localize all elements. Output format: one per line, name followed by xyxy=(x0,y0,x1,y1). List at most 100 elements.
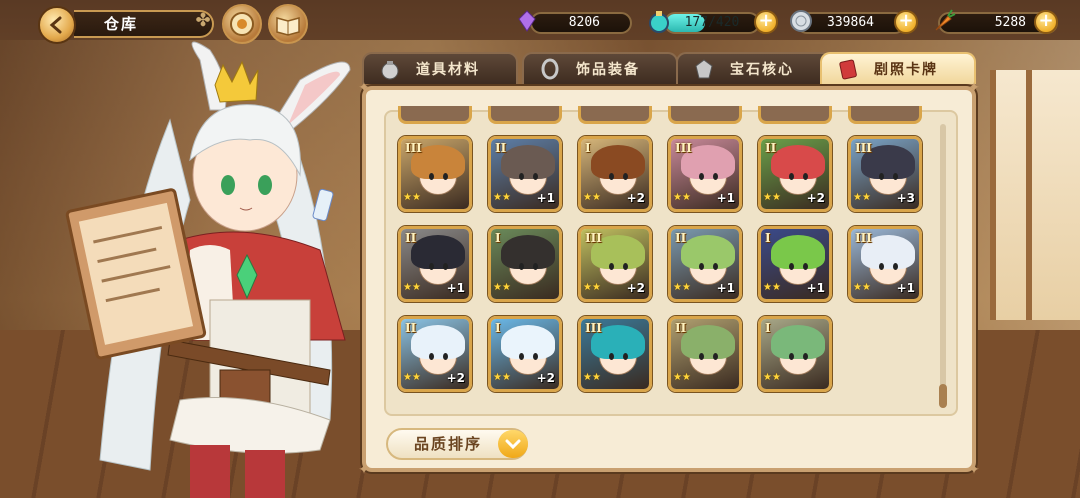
add-coin-button[interactable]: + xyxy=(894,10,918,34)
portrait-eye xyxy=(609,173,614,180)
photo-card[interactable]: III ★★ +1 xyxy=(668,136,742,212)
photo-card[interactable]: III ★★ xyxy=(398,136,472,212)
tab-photo-cards[interactable]: 剧照卡牌 xyxy=(820,52,976,84)
card-partial[interactable] xyxy=(758,106,832,124)
stamina-bar: 177/420 xyxy=(664,12,760,34)
corner-ornament: ✦ xyxy=(358,80,370,96)
portrait-eye xyxy=(429,353,434,360)
card-rank: I xyxy=(495,321,501,335)
compass-menu-button[interactable] xyxy=(222,4,262,44)
portrait-eye xyxy=(789,173,794,180)
card-rank: III xyxy=(585,321,602,335)
portrait-eye xyxy=(443,263,448,270)
card-stars: ★★ xyxy=(673,372,691,383)
photo-card[interactable]: II ★★ +1 xyxy=(488,136,562,212)
tab-label: 剧照卡牌 xyxy=(874,62,938,78)
back-arrow-icon xyxy=(49,16,62,34)
photo-card[interactable]: II ★★ xyxy=(668,316,742,392)
card-stars: ★★ xyxy=(853,192,871,203)
card-stars: ★★ xyxy=(763,372,781,383)
card-icon xyxy=(836,57,860,81)
tab-items-materials[interactable]: 道具材料 xyxy=(362,52,518,84)
bunny-girl-character xyxy=(60,40,370,498)
carrot-icon xyxy=(928,6,958,36)
photo-card[interactable]: I ★★ xyxy=(758,316,832,392)
portrait-eye xyxy=(519,353,524,360)
photo-card[interactable]: I ★★ +1 xyxy=(758,226,832,302)
coin-count: 339864 xyxy=(827,15,874,30)
card-rank: III xyxy=(855,141,872,155)
photo-card[interactable]: III ★★ xyxy=(578,316,652,392)
photo-card[interactable]: II ★★ +1 xyxy=(398,226,472,302)
background-window xyxy=(990,70,1080,320)
card-duplicate-count: +1 xyxy=(716,281,735,295)
card-stars: ★★ xyxy=(403,192,421,203)
scrollbar-track[interactable] xyxy=(940,124,946,408)
portrait-eye xyxy=(699,353,704,360)
card-duplicate-count: +1 xyxy=(806,281,825,295)
photo-card[interactable]: I ★★ +2 xyxy=(488,316,562,392)
photo-card[interactable]: I ★★ +2 xyxy=(578,136,652,212)
card-rank: II xyxy=(765,141,777,155)
portrait-eye xyxy=(623,173,628,180)
card-rank: II xyxy=(675,321,687,335)
purple-crystal-icon xyxy=(512,6,542,36)
card-stars: ★★ xyxy=(583,192,601,203)
add-carrot-button[interactable]: + xyxy=(1034,10,1058,34)
card-partial[interactable] xyxy=(488,106,562,124)
photo-card[interactable]: I ★★ xyxy=(488,226,562,302)
card-duplicate-count: +2 xyxy=(806,191,825,205)
photo-card[interactable]: III ★★ +3 xyxy=(848,136,922,212)
card-stars: ★★ xyxy=(763,282,781,293)
gem-core-icon xyxy=(692,57,716,81)
card-stars: ★★ xyxy=(583,372,601,383)
corner-ornament: ✦ xyxy=(358,462,370,478)
portrait-eye xyxy=(519,263,524,270)
scrollbar-thumb[interactable] xyxy=(939,384,947,408)
chevron-down-icon xyxy=(505,439,521,450)
back-button[interactable] xyxy=(38,6,76,44)
card-duplicate-count: +2 xyxy=(626,281,645,295)
portrait-eye xyxy=(713,353,718,360)
portrait-eye xyxy=(893,263,898,270)
tab-label: 饰品装备 xyxy=(576,62,640,78)
card-partial[interactable] xyxy=(398,106,472,124)
add-stamina-button[interactable]: + xyxy=(754,10,778,34)
card-partial[interactable] xyxy=(848,106,922,124)
gem-counter: 8206 xyxy=(530,12,632,34)
portrait-eye xyxy=(879,263,884,270)
portrait-eye xyxy=(789,353,794,360)
sort-dropdown-button[interactable] xyxy=(498,430,528,458)
portrait-eye xyxy=(623,263,628,270)
portrait-eye xyxy=(789,263,794,270)
card-rank: III xyxy=(585,231,602,245)
photo-card[interactable]: III ★★ +2 xyxy=(578,226,652,302)
portrait-eye xyxy=(803,353,808,360)
tab-label: 道具材料 xyxy=(416,62,480,78)
portrait-eye xyxy=(623,353,628,360)
card-stars: ★★ xyxy=(493,282,511,293)
card-partial[interactable] xyxy=(578,106,652,124)
gem-count: 8206 xyxy=(568,15,600,30)
photo-card[interactable]: II ★★ +2 xyxy=(398,316,472,392)
open-book-icon xyxy=(276,17,300,36)
portrait-eye xyxy=(609,263,614,270)
card-grid[interactable]: III ★★ II ★★ +1 I ★★ +2 III ★★ +1 II ★★ +2 III ★★ +3 II ★★… xyxy=(384,110,958,416)
tab-accessories[interactable]: 饰品装备 xyxy=(522,52,678,84)
photo-card[interactable]: III ★★ +1 xyxy=(848,226,922,302)
portrait-eye xyxy=(429,263,434,270)
card-rank: III xyxy=(675,141,692,155)
photo-card[interactable]: II ★★ +1 xyxy=(668,226,742,302)
card-rank: II xyxy=(405,321,417,335)
portrait-eye xyxy=(803,263,808,270)
card-partial[interactable] xyxy=(668,106,742,124)
tab-gem-cores[interactable]: 宝石核心 xyxy=(676,52,832,84)
portrait-eye xyxy=(519,173,524,180)
photo-card[interactable]: II ★★ +2 xyxy=(758,136,832,212)
portrait-eye xyxy=(713,173,718,180)
portrait-eye xyxy=(443,353,448,360)
card-duplicate-count: +3 xyxy=(896,191,915,205)
top-bar: 仓库 ✤ 8206 177/420 + 339864 + 5288 + xyxy=(0,0,1080,46)
quest-book-button[interactable] xyxy=(268,4,308,44)
card-duplicate-count: +2 xyxy=(536,371,555,385)
